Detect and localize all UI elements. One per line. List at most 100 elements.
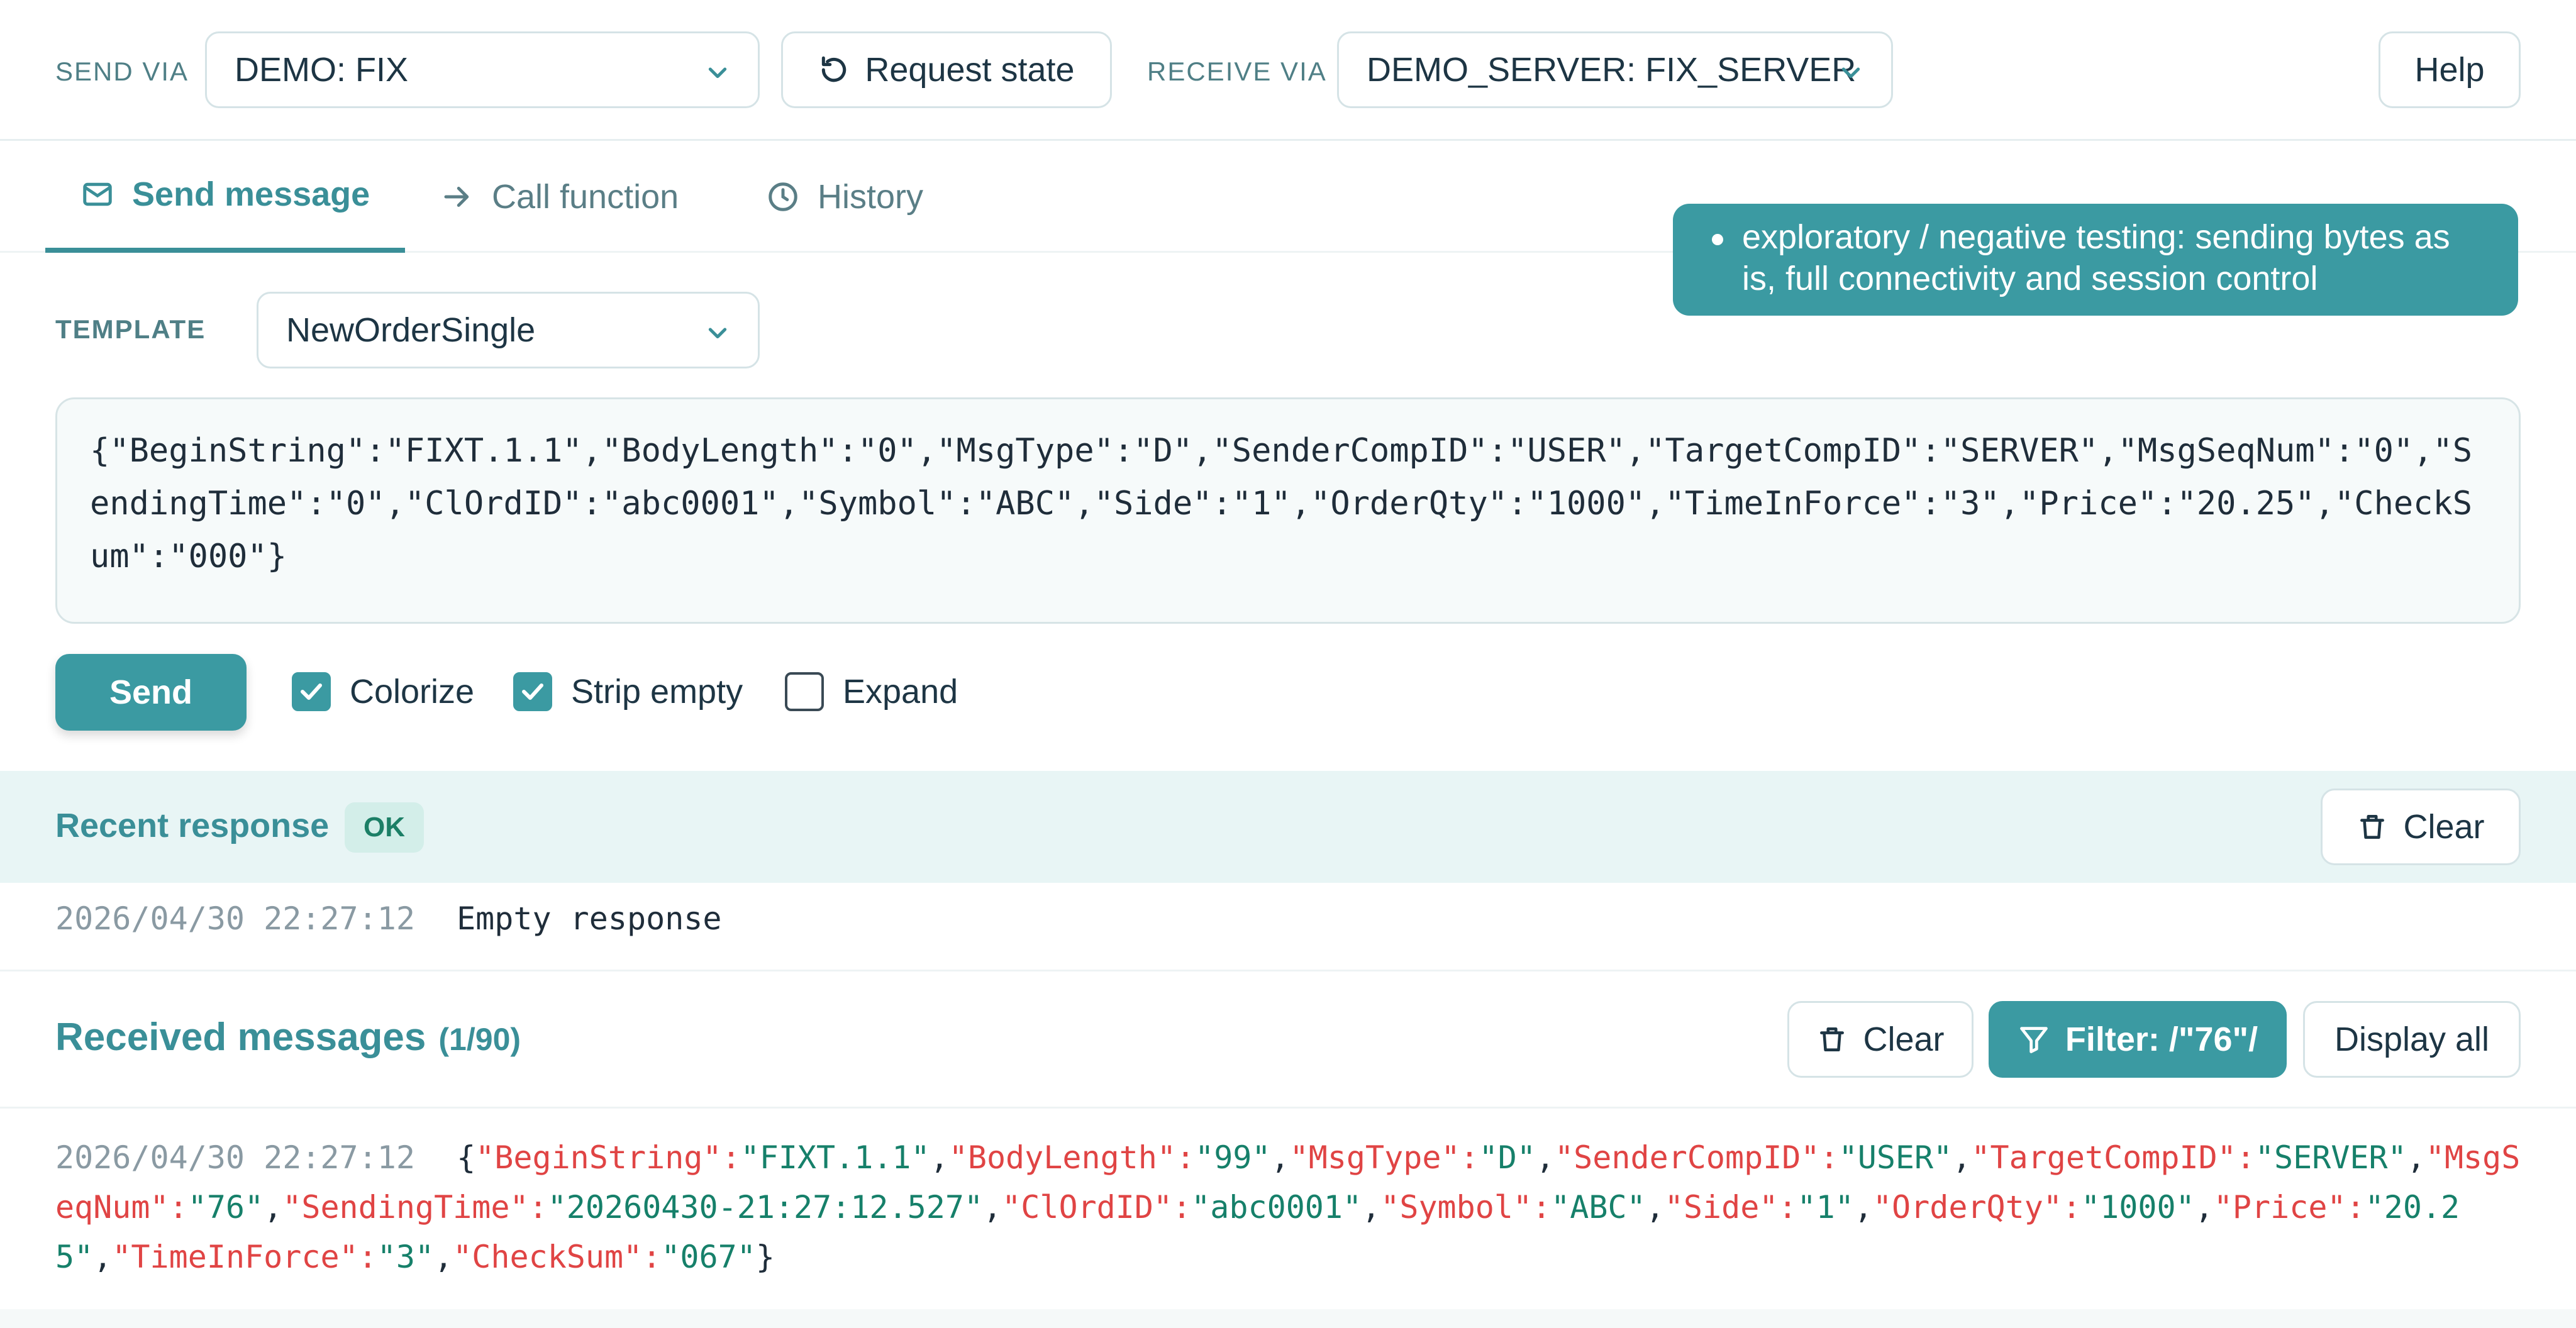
request-state-label: Request state: [865, 51, 1075, 89]
response-line: 2026/04/30 22:27:12 Empty response: [55, 900, 722, 937]
message-body: {"BeginString":"FIXT.1.1","BodyLength":"…: [55, 1139, 2520, 1275]
tab-label: History: [818, 178, 924, 216]
field-value: "067": [661, 1239, 756, 1275]
field-key: "TimeInForce":: [112, 1239, 377, 1275]
clock-icon: [769, 182, 797, 211]
display-all-label: Display all: [2334, 1021, 2490, 1058]
divider: [0, 970, 2576, 971]
field-key: "BeginString":: [475, 1139, 741, 1176]
clear-received-button[interactable]: Clear: [1787, 1001, 1974, 1078]
separator: ,: [1362, 1189, 1381, 1226]
status-badge: OK: [345, 802, 424, 853]
separator: ,: [930, 1139, 949, 1176]
send-via-dropdown[interactable]: DEMO: FIX: [205, 31, 760, 108]
chevron-down-icon: [708, 67, 727, 79]
top-bar: SEND VIA DEMO: FIX Request state RECEIVE…: [0, 0, 2576, 141]
field-key: "SenderCompID":: [1555, 1139, 1839, 1176]
list-item: 2026/04/30 22:27:12 {"BeginString":"FIXT…: [55, 1133, 2521, 1282]
template-value: NewOrderSingle: [286, 311, 536, 349]
field-key: "ClOrdID":: [1002, 1189, 1192, 1226]
trash-icon: [2360, 815, 2385, 839]
recent-response-header: Recent response OK Clear: [0, 771, 2576, 883]
separator: ,: [1270, 1139, 1290, 1176]
brace: {: [457, 1139, 476, 1176]
separator: ,: [264, 1189, 283, 1226]
tab-label: Send message: [132, 175, 370, 213]
field-value: "USER": [1838, 1139, 1953, 1176]
clear-response-button[interactable]: Clear: [2321, 788, 2521, 865]
field-value: "1000": [2081, 1189, 2195, 1226]
field-value: "1": [1797, 1189, 1854, 1226]
separator: ,: [1952, 1139, 1972, 1176]
field-key: "OrderQty":: [1872, 1189, 2082, 1226]
separator: ,: [983, 1189, 1002, 1226]
tab-history[interactable]: History: [766, 141, 923, 253]
bullet-icon: [1712, 234, 1723, 245]
strip-empty-checkbox[interactable]: Strip empty: [513, 672, 743, 712]
mail-icon: [83, 182, 112, 206]
send-label: Send: [109, 673, 193, 711]
expand-checkbox[interactable]: Expand: [785, 672, 958, 712]
template-dropdown[interactable]: NewOrderSingle: [257, 292, 760, 368]
chevron-down-icon: [708, 328, 727, 339]
response-text: Empty response: [457, 900, 722, 937]
info-tooltip: exploratory / negative testing: sending …: [1673, 204, 2518, 316]
recent-response-title: Recent response: [55, 807, 330, 844]
field-key: "Price":: [2213, 1189, 2365, 1226]
template-label: TEMPLATE: [55, 314, 206, 344]
filter-button[interactable]: Filter: /"76"/: [1989, 1001, 2287, 1078]
checkbox-checked-icon: [292, 672, 331, 711]
field-key: "SendingTime":: [282, 1189, 548, 1226]
field-key: "Side":: [1664, 1189, 1797, 1226]
clear-label: Clear: [1863, 1021, 1945, 1058]
strip-empty-label: Strip empty: [571, 673, 743, 711]
send-via-value: DEMO: FIX: [235, 51, 409, 89]
field-value: "D": [1479, 1139, 1536, 1176]
receive-via-dropdown[interactable]: DEMO_SERVER: FIX_SERVER: [1337, 31, 1893, 108]
response-timestamp: 2026/04/30 22:27:12: [55, 900, 415, 937]
trash-icon: [1820, 1027, 1845, 1051]
separator: ,: [1535, 1139, 1555, 1176]
field-value: "SERVER": [2255, 1139, 2407, 1176]
tab-send-message[interactable]: Send message: [45, 141, 406, 253]
field-key: "CheckSum":: [453, 1239, 662, 1275]
separator: ,: [93, 1239, 113, 1275]
separator: ,: [434, 1239, 453, 1275]
checkbox-checked-icon: [513, 672, 552, 711]
request-state-button[interactable]: Request state: [781, 31, 1112, 108]
display-all-button[interactable]: Display all: [2303, 1001, 2521, 1078]
refresh-icon: [822, 56, 847, 82]
field-key: "TargetCompID":: [1971, 1139, 2255, 1176]
colorize-checkbox[interactable]: Colorize: [292, 672, 474, 712]
field-key: "BodyLength":: [948, 1139, 1196, 1176]
brace: }: [755, 1239, 775, 1275]
tab-call-function[interactable]: Call function: [440, 141, 679, 253]
received-count: (1/90): [438, 1022, 521, 1057]
received-messages-title: Received messages (1/90): [55, 1015, 521, 1060]
send-button[interactable]: Send: [55, 654, 247, 731]
separator: ,: [2194, 1189, 2214, 1226]
field-value: "76": [187, 1189, 264, 1226]
receive-via-value: DEMO_SERVER: FIX_SERVER: [1367, 51, 1857, 89]
tab-label: Call function: [492, 178, 679, 216]
field-value: "3": [377, 1239, 435, 1275]
clear-label: Clear: [2403, 808, 2485, 846]
checkbox-unchecked-icon: [785, 672, 824, 711]
field-key: "MsgType":: [1289, 1139, 1479, 1176]
filter-label: Filter: /"76"/: [2065, 1021, 2258, 1058]
field-key: "Symbol":: [1380, 1189, 1552, 1226]
field-value: "99": [1195, 1139, 1271, 1176]
receive-via-label: RECEIVE VIA: [1147, 57, 1327, 86]
message-editor[interactable]: {"BeginString":"FIXT.1.1","BodyLength":"…: [55, 397, 2521, 624]
field-value: "20260430-21:27:12.527": [547, 1189, 984, 1226]
help-button[interactable]: Help: [2379, 31, 2521, 108]
field-value: "abc0001": [1191, 1189, 1362, 1226]
filter-icon: [2019, 1027, 2048, 1053]
colorize-label: Colorize: [350, 673, 475, 711]
chevron-down-icon: [1841, 67, 1860, 79]
footer-band: [0, 1309, 2576, 1328]
help-label: Help: [2414, 51, 2485, 89]
separator: ,: [1645, 1189, 1665, 1226]
tooltip-text: exploratory / negative testing: sending …: [1742, 218, 2450, 297]
expand-label: Expand: [843, 673, 958, 711]
